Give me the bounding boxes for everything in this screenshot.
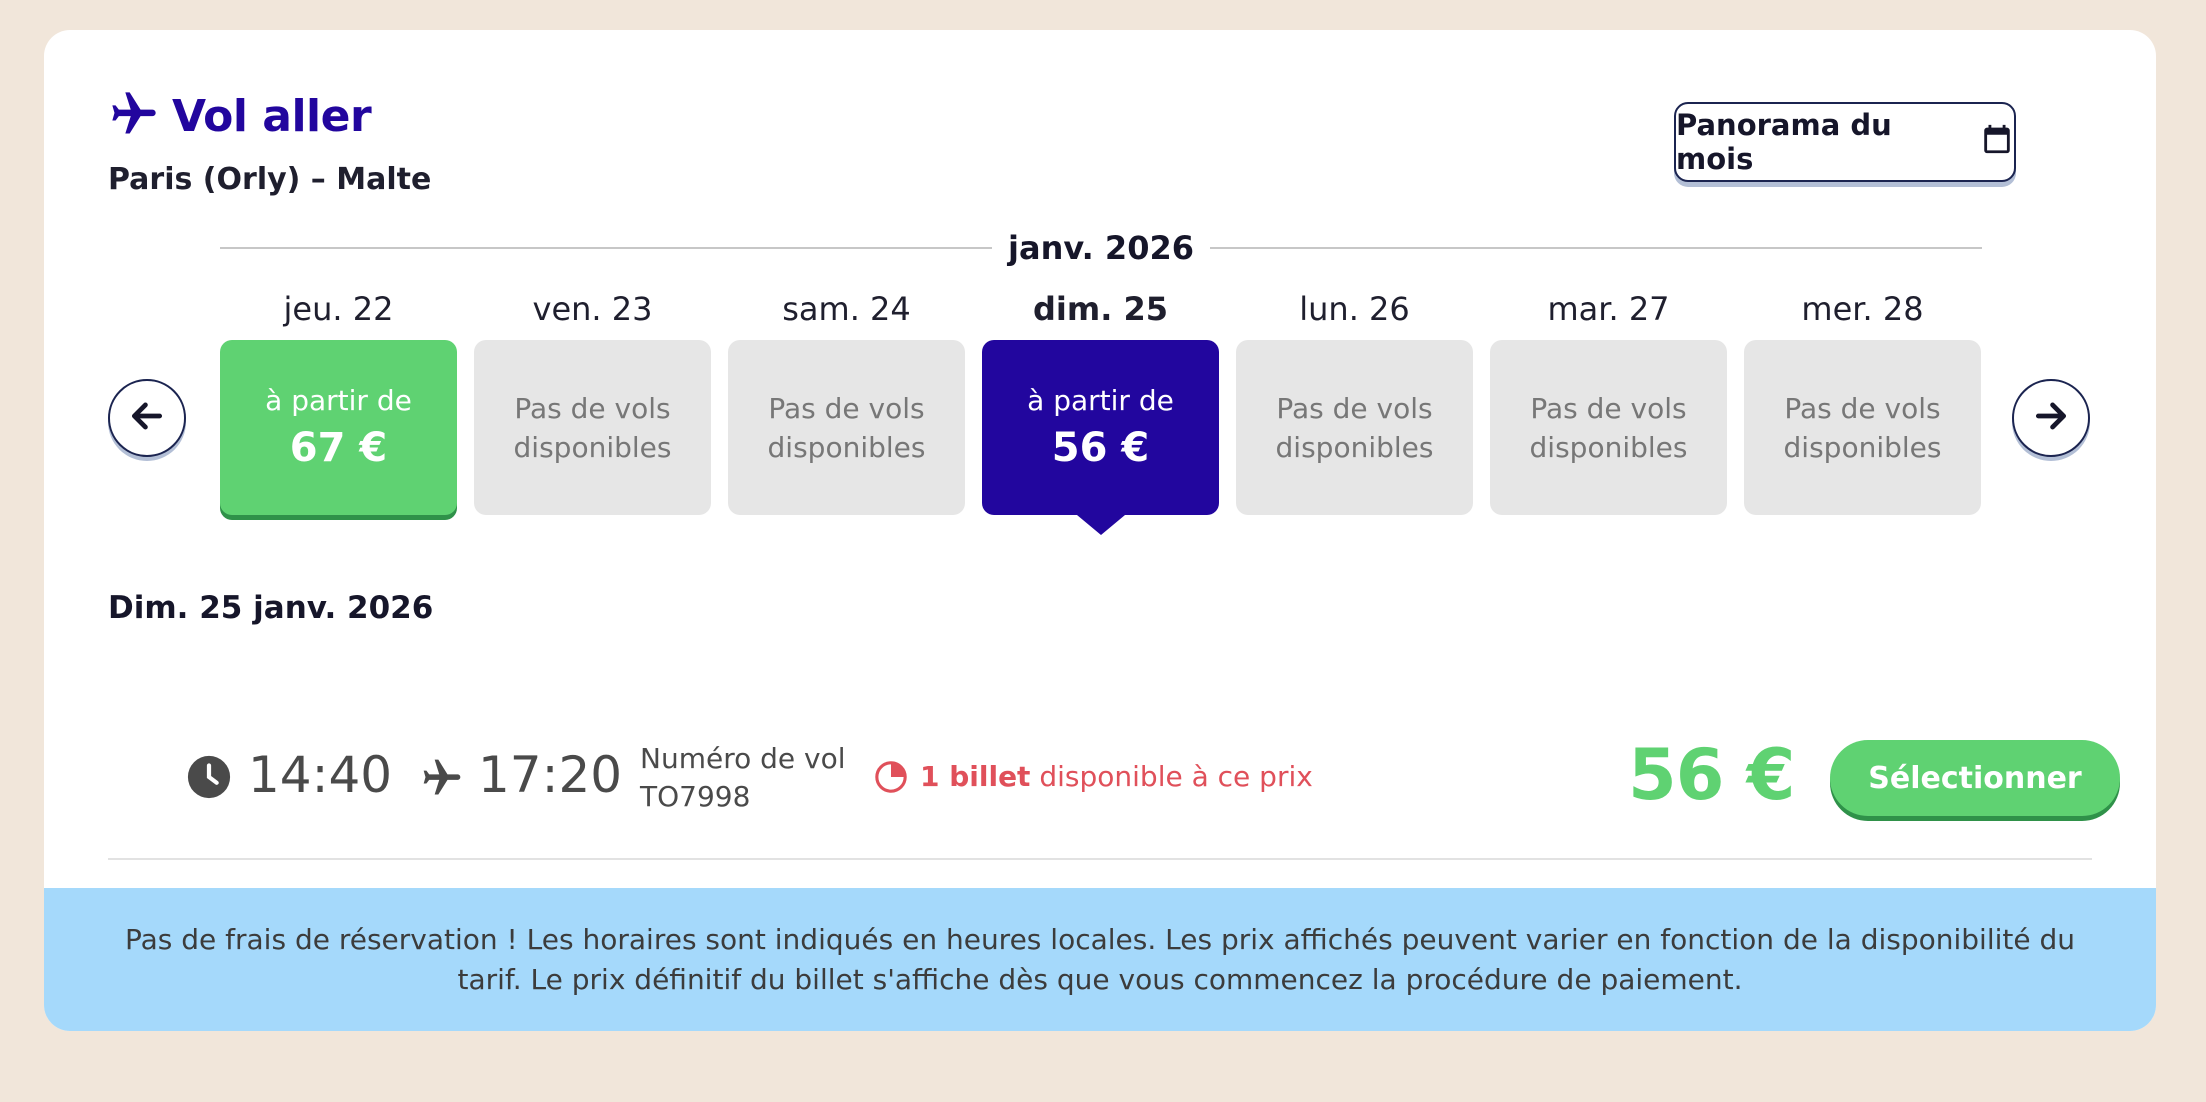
route-label: Paris (Orly) – Malte (108, 162, 432, 197)
divider-line (220, 247, 993, 249)
departure-time: 14:40 (248, 746, 393, 804)
no-flight-line2: disponibles (767, 430, 926, 464)
day-tile-28: Pas de vols disponibles (1744, 340, 1981, 515)
no-flight-line2: disponibles (1275, 430, 1434, 464)
day-label: jeu. 22 (283, 290, 394, 328)
day-column: jeu. 22 à partir de 67 € (220, 284, 457, 515)
no-flight-line1: Pas de vols (768, 391, 925, 425)
footer-text: Pas de frais de réservation ! Les horair… (124, 922, 2076, 996)
arrival-time: 17:20 (478, 746, 623, 804)
day-column: mer. 28 Pas de vols disponibles (1744, 284, 1981, 515)
day-column: sam. 24 Pas de vols disponibles (728, 284, 965, 515)
prev-week-button[interactable] (108, 379, 186, 457)
arrow-left-icon (128, 397, 166, 439)
no-flight-line2: disponibles (1783, 430, 1942, 464)
panorama-button[interactable]: Panorama du mois (1674, 102, 2016, 182)
header: Vol aller Paris (Orly) – Malte (108, 88, 432, 198)
next-week-button[interactable] (2012, 379, 2090, 457)
day-column: lun. 26 Pas de vols disponibles (1236, 284, 1473, 515)
day-column: ven. 23 Pas de vols disponibles (474, 284, 711, 515)
day-label: mar. 27 (1547, 290, 1670, 328)
flight-number-label: Numéro de vol (640, 742, 846, 775)
flight-price: 56 € (1628, 734, 1795, 816)
panorama-label: Panorama du mois (1676, 108, 1892, 176)
day-tile-22[interactable]: à partir de 67 € (220, 340, 457, 515)
plane-icon (423, 759, 461, 795)
day-label-selected: dim. 25 (1032, 290, 1169, 328)
day-label: ven. 23 (532, 290, 653, 328)
divider-line (1209, 247, 1983, 249)
tile-price: 67 € (289, 425, 388, 471)
day-tile-23: Pas de vols disponibles (474, 340, 711, 515)
day-column: mar. 27 Pas de vols disponibles (1490, 284, 1727, 515)
page-title: Vol aller (172, 90, 372, 142)
no-flight-line1: Pas de vols (1276, 391, 1433, 425)
day-label: mer. 28 (1801, 290, 1924, 328)
flight-card: Vol aller Paris (Orly) – Malte Panorama … (44, 30, 2156, 1031)
flight-row: 14:40 17:20 Numéro de vol TO7998 1 bille… (108, 690, 2120, 860)
availability-text: 1 billet disponible à ce prix (920, 760, 1313, 793)
day-column: dim. 25 à partir de 56 € (982, 284, 1219, 515)
day-tile-27: Pas de vols disponibles (1490, 340, 1727, 515)
title-row: Vol aller (108, 88, 431, 144)
clock-icon (187, 755, 231, 799)
flight-number: TO7998 (640, 780, 751, 813)
no-flight-line1: Pas de vols (1530, 391, 1687, 425)
no-flight-line1: Pas de vols (1784, 391, 1941, 425)
arrow-right-icon (2032, 397, 2070, 439)
no-flight-line2: disponibles (1529, 430, 1688, 464)
availability-suffix: disponible à ce prix (1030, 760, 1313, 793)
no-flight-line1: Pas de vols (514, 391, 671, 425)
tile-price: 56 € (1051, 425, 1150, 471)
availability-count: 1 billet (920, 760, 1031, 793)
month-divider: janv. 2026 (220, 228, 1983, 268)
no-flight-line2: disponibles (513, 430, 672, 464)
select-button[interactable]: Sélectionner (1830, 740, 2120, 816)
day-strip: jeu. 22 à partir de 67 € ven. 23 Pas de … (220, 284, 1982, 574)
info-footer: Pas de frais de réservation ! Les horair… (44, 888, 2156, 1031)
month-label: janv. 2026 (1008, 229, 1194, 267)
day-tile-24: Pas de vols disponibles (728, 340, 965, 515)
from-label: à partir de (1027, 384, 1174, 417)
selected-date-heading: Dim. 25 janv. 2026 (108, 590, 434, 626)
calendar-icon (1980, 122, 2014, 163)
day-tile-26: Pas de vols disponibles (1236, 340, 1473, 515)
day-tile-25-selected[interactable]: à partir de 56 € (982, 340, 1219, 515)
plane-icon (108, 88, 160, 144)
day-label: lun. 26 (1299, 290, 1410, 328)
day-label: sam. 24 (782, 290, 911, 328)
from-label: à partir de (265, 384, 412, 417)
availability-pie-icon (875, 761, 907, 793)
